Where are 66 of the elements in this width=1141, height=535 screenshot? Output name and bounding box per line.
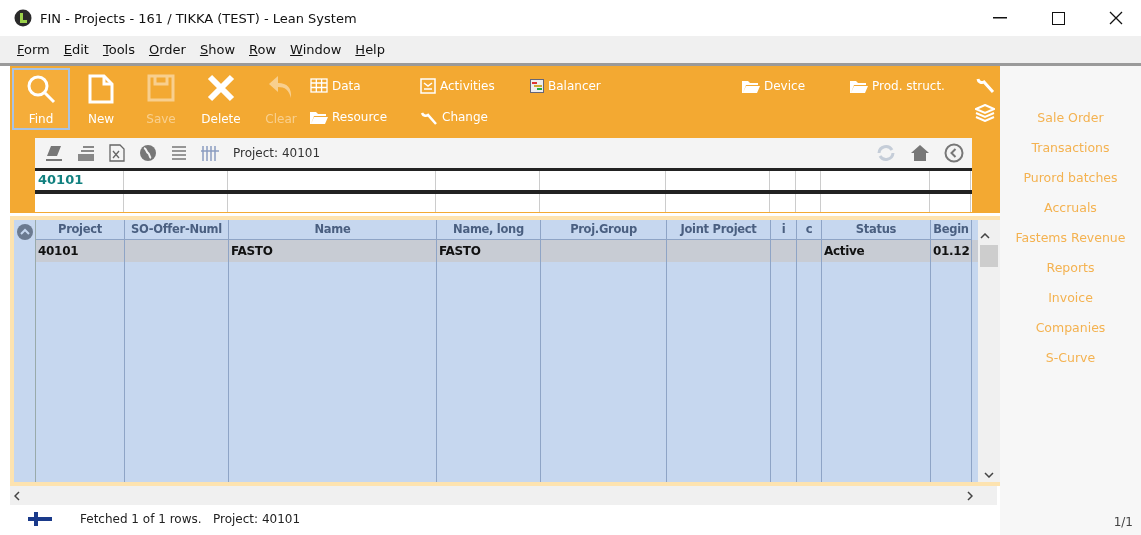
close-icon xyxy=(207,74,235,102)
excel-file-icon[interactable] xyxy=(109,144,125,162)
stack-icon[interactable] xyxy=(77,145,95,161)
home-icon[interactable] xyxy=(910,144,930,162)
menu-item[interactable]: Help xyxy=(348,42,392,57)
folder-icon xyxy=(742,78,760,93)
folder-icon xyxy=(850,78,868,93)
side-link[interactable]: Sale Order xyxy=(1037,110,1104,125)
back-icon[interactable] xyxy=(944,143,964,163)
menu-item[interactable]: Show xyxy=(192,42,242,57)
close-icon[interactable] xyxy=(1109,11,1123,25)
record-caption: Project: 40101 xyxy=(233,146,322,160)
eraser-icon[interactable] xyxy=(45,145,63,161)
table-cell: Active xyxy=(822,240,931,262)
search-icon xyxy=(26,74,56,104)
toolbar-button[interactable]: New xyxy=(72,68,130,130)
toolbar-link[interactable]: Device xyxy=(742,78,850,93)
chart-icon xyxy=(530,78,544,93)
menu-item[interactable]: Tools xyxy=(95,42,142,57)
table-cell: FASTO xyxy=(229,240,437,262)
toolbar-button[interactable]: Find xyxy=(12,68,70,130)
scroll-right-icon[interactable] xyxy=(967,490,973,501)
status-message: Fetched 1 of 1 rows. Project: 40101 xyxy=(80,512,302,526)
toolbar-link[interactable]: Data xyxy=(310,78,420,93)
app-logo-icon xyxy=(14,9,32,27)
toolbar-link[interactable]: Prod. struct. xyxy=(850,78,950,93)
side-link[interactable]: Purord batches xyxy=(1023,170,1118,185)
maximize-icon[interactable] xyxy=(1051,11,1065,25)
side-link[interactable]: Fastems Revenue xyxy=(1015,230,1126,245)
scroll-up-icon[interactable] xyxy=(980,233,990,239)
menu-item[interactable]: Row xyxy=(242,42,284,57)
page-counter: 1/1 xyxy=(1113,515,1134,531)
table-cell: FASTO xyxy=(437,240,541,262)
scroll-down-icon[interactable] xyxy=(984,472,994,478)
document-icon xyxy=(88,74,114,104)
toolbar-link[interactable]: Change xyxy=(420,107,530,126)
side-link[interactable]: Invoice xyxy=(1048,290,1093,305)
folder-icon xyxy=(310,109,328,124)
table-icon xyxy=(310,78,328,93)
menu-item[interactable]: Order xyxy=(141,42,193,57)
toolbar-button[interactable]: Delete xyxy=(192,68,250,130)
side-link[interactable]: Reports xyxy=(1046,260,1095,275)
toolbar-link[interactable]: Resource xyxy=(310,109,420,124)
menu-item[interactable]: Window xyxy=(283,42,349,57)
list-icon[interactable] xyxy=(171,145,187,161)
collapse-icon[interactable] xyxy=(16,224,33,240)
side-link[interactable]: S-Curve xyxy=(1045,350,1096,365)
toolbar-link[interactable]: Activities xyxy=(420,77,530,94)
form-icon xyxy=(420,77,436,94)
columns-icon[interactable] xyxy=(201,145,219,161)
side-link[interactable]: Companies xyxy=(1035,320,1106,335)
vertical-scrollbar[interactable] xyxy=(978,220,1000,482)
side-link[interactable]: Transactions xyxy=(1031,140,1110,155)
horizontal-scrollbar[interactable] xyxy=(10,486,997,505)
menu-item[interactable]: Edit xyxy=(56,42,96,57)
undo-arrow-icon xyxy=(268,74,294,100)
minimize-icon[interactable] xyxy=(993,17,1007,19)
scroll-left-icon[interactable] xyxy=(14,490,20,501)
side-link[interactable]: Accruals xyxy=(1044,200,1097,215)
scroll-thumb[interactable] xyxy=(980,245,998,267)
flag-icon xyxy=(28,512,52,526)
toolbar-link[interactable]: Balancer xyxy=(530,78,742,93)
table-cell: 40101 xyxy=(36,240,125,262)
table-cell: 01.12 xyxy=(931,240,972,262)
menu-item[interactable]: Form xyxy=(10,42,57,57)
window-title: FIN - Projects - 161 / TIKKA (TEST) - Lean System xyxy=(40,10,358,26)
